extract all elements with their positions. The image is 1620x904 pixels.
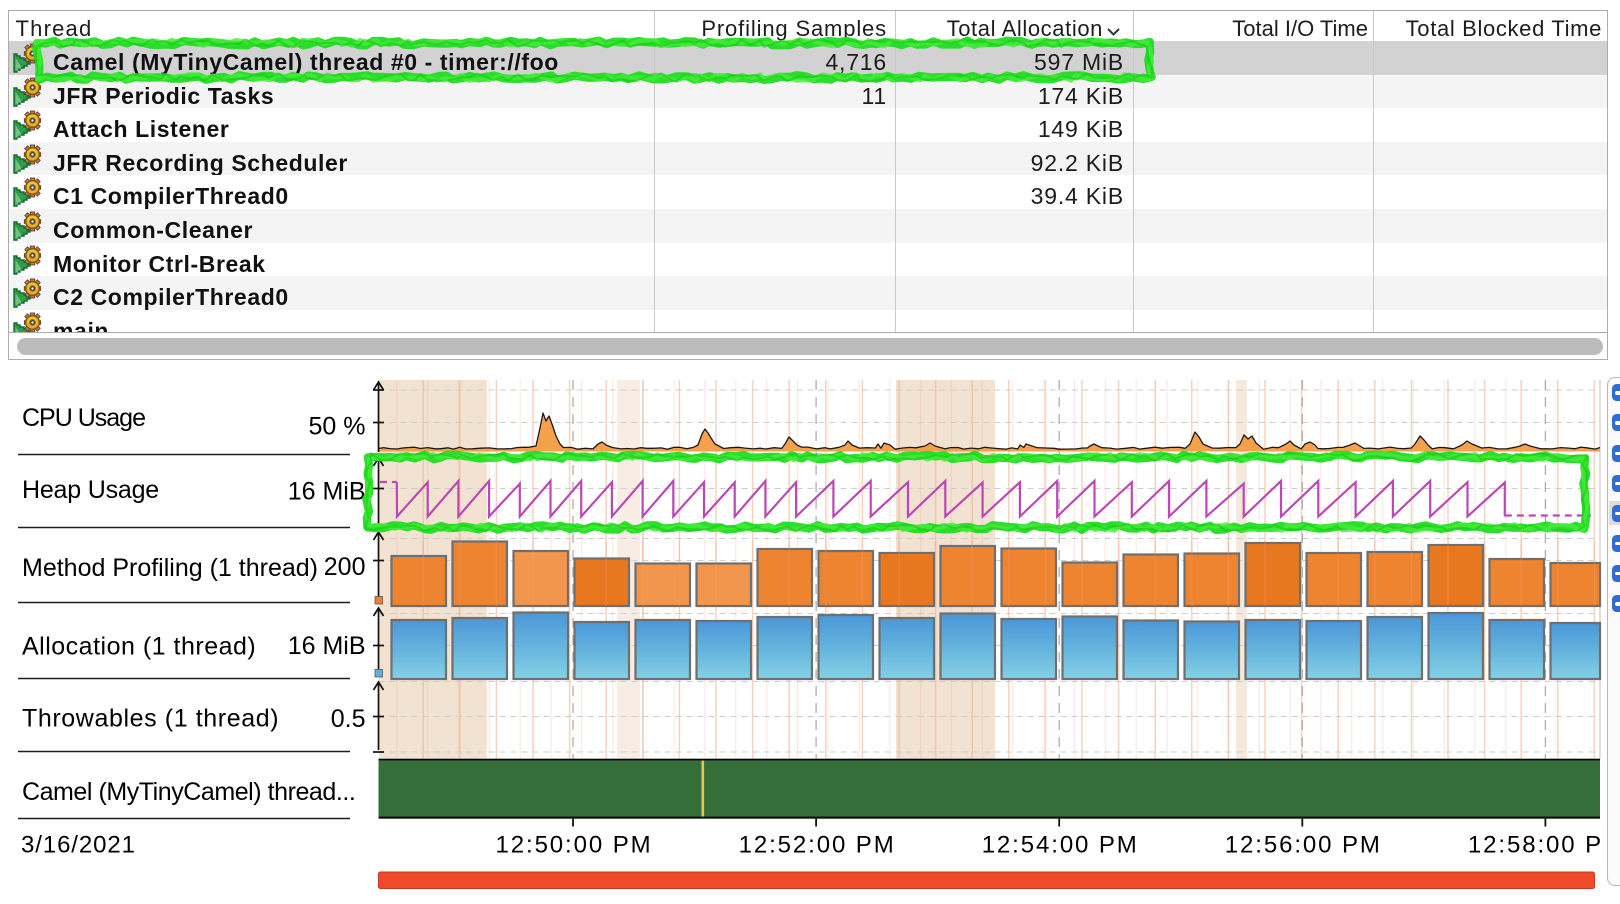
svg-text:3/16/2021: 3/16/2021 xyxy=(21,832,136,859)
svg-text:Throwables (1 thread): Throwables (1 thread) xyxy=(22,704,279,732)
svg-text:Heap Usage: Heap Usage xyxy=(22,476,159,504)
svg-text:0.5: 0.5 xyxy=(331,705,366,733)
svg-text:12:52:00 PM: 12:52:00 PM xyxy=(739,832,896,859)
svg-text:12:50:00 PM: 12:50:00 PM xyxy=(496,832,653,859)
svg-text:12:56:00 PM: 12:56:00 PM xyxy=(1225,832,1382,859)
svg-text:16 MiB: 16 MiB xyxy=(288,632,366,660)
svg-text:12:54:00 PM: 12:54:00 PM xyxy=(982,832,1139,859)
svg-text:200: 200 xyxy=(324,553,366,581)
svg-text:50 %: 50 % xyxy=(309,412,366,440)
svg-text:12:58:00 PM: 12:58:00 PM xyxy=(1468,832,1620,859)
svg-text:Allocation (1 thread): Allocation (1 thread) xyxy=(22,632,256,660)
svg-text:CPU Usage: CPU Usage xyxy=(22,404,145,432)
svg-text:Camel (MyTinyCamel) thread...: Camel (MyTinyCamel) thread... xyxy=(22,778,355,806)
svg-text:16 MiB: 16 MiB xyxy=(288,477,366,505)
svg-text:Method Profiling (1 thread): Method Profiling (1 thread) xyxy=(22,554,318,582)
